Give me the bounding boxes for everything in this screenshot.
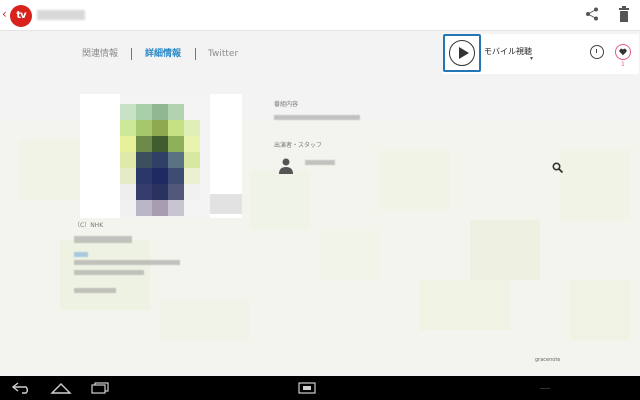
favorite-button[interactable] [615, 44, 631, 60]
search-icon[interactable] [552, 162, 563, 173]
air-time-redacted [74, 270, 144, 275]
tab-twitter[interactable]: Twitter [208, 46, 238, 62]
mobile-viewing-label[interactable]: モバイル視聴 [484, 46, 532, 57]
tab-related-info[interactable]: 関連情報 [82, 46, 118, 62]
subtitle-redacted [74, 236, 132, 243]
favorite-count: 1 [621, 61, 625, 68]
tab-divider [131, 48, 132, 60]
cast-staff-heading: 出演者・スタッフ [274, 142, 323, 149]
notification-icon [540, 388, 550, 389]
person-icon [279, 158, 293, 174]
tab-details[interactable]: 詳細情報 [145, 46, 181, 62]
program-description-redacted [274, 115, 360, 120]
gracenote-badge: gracenote [535, 357, 561, 363]
back-arrow-icon[interactable]: ‹ [2, 6, 10, 22]
main-stage: ‹ tv 関連情報 詳細情報 Twitter モバイル視聴 ▾ 1 （C）NHK… [0, 0, 640, 376]
app-logo[interactable]: tv [10, 5, 32, 27]
back-icon[interactable] [12, 382, 32, 394]
screenshot-icon[interactable] [298, 382, 316, 394]
broadcast-info-redacted [74, 260, 180, 265]
share-icon[interactable] [585, 7, 599, 21]
home-icon[interactable] [50, 382, 72, 394]
channel-redacted [74, 288, 116, 293]
pixelated-image [80, 94, 242, 218]
system-navigation-bar [0, 376, 640, 400]
delete-icon[interactable] [618, 6, 630, 22]
genre-link-redacted[interactable] [74, 252, 88, 257]
cast-name-redacted[interactable] [305, 160, 335, 165]
tab-divider [195, 48, 196, 60]
timer-icon[interactable] [590, 45, 604, 59]
copyright-label: （C）NHK [74, 222, 104, 229]
program-content-heading: 番組内容 [274, 101, 299, 108]
recent-apps-icon[interactable] [90, 382, 110, 394]
top-action-bar: ‹ tv [0, 0, 640, 31]
program-title-redacted [37, 10, 85, 20]
heart-icon [619, 48, 627, 56]
dropdown-caret-icon[interactable]: ▾ [530, 55, 533, 62]
program-thumbnail[interactable] [80, 94, 242, 218]
play-icon [459, 47, 469, 59]
